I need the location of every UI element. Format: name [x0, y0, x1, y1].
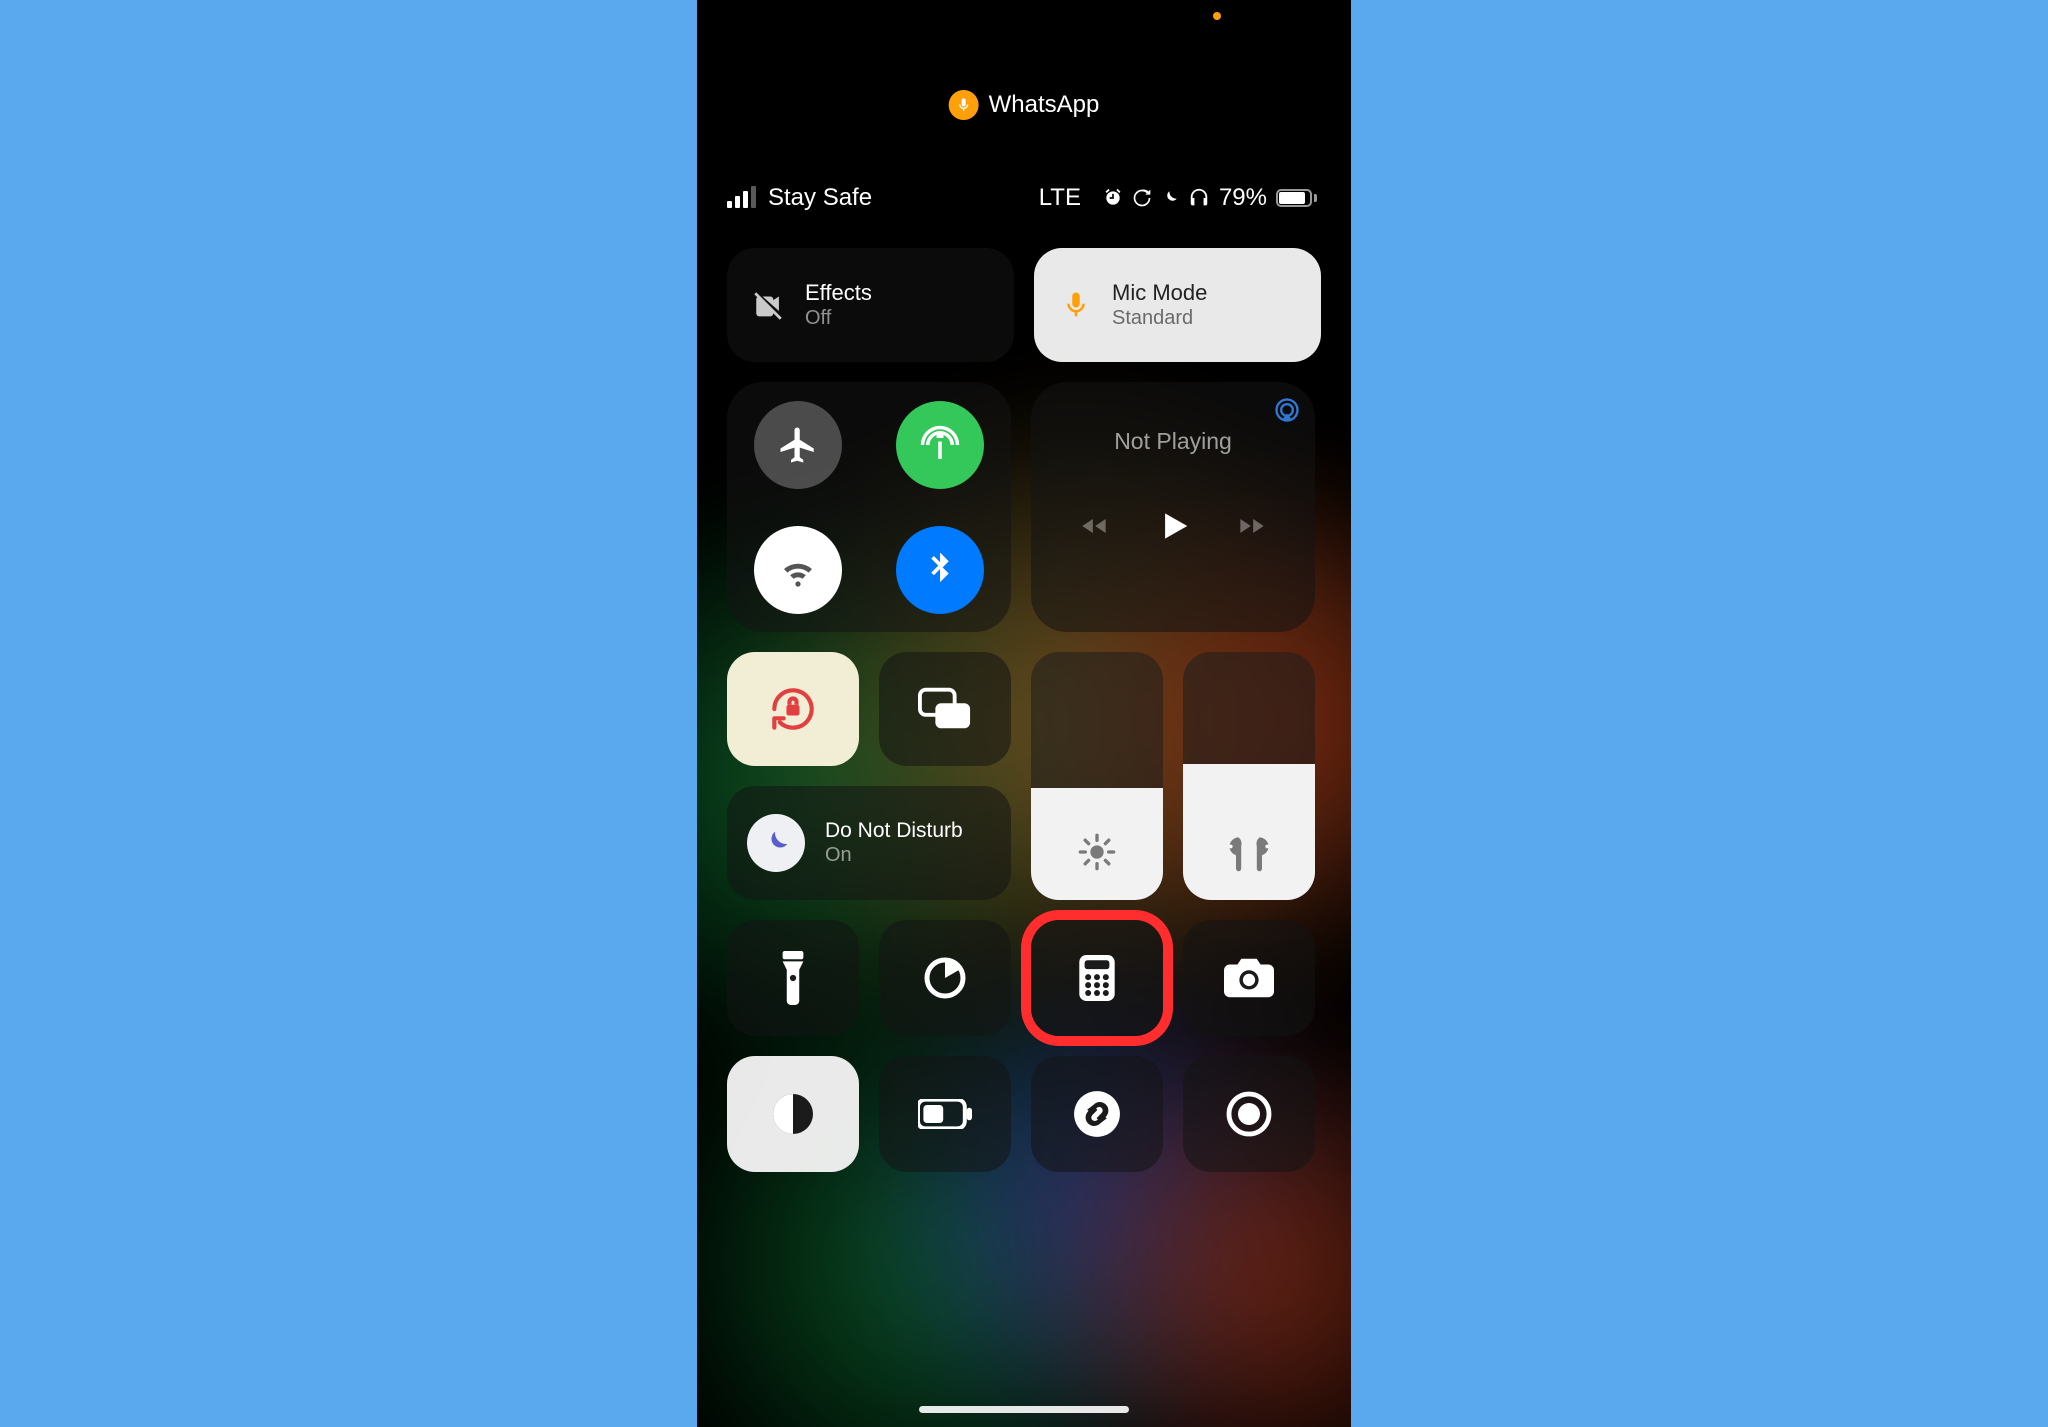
phone-frame: WhatsApp Stay Safe LTE 79%: [697, 0, 1351, 1427]
bluetooth-toggle[interactable]: [896, 526, 984, 614]
screen-record-icon: [1225, 1090, 1273, 1138]
calculator-icon: [1079, 955, 1115, 1001]
camera-icon: [1224, 958, 1274, 998]
dark-mode-button[interactable]: [727, 1056, 859, 1172]
low-power-mode-button[interactable]: [879, 1056, 1011, 1172]
connectivity-group[interactable]: [727, 382, 1011, 632]
carrier-label: Stay Safe: [768, 184, 872, 212]
brightness-icon: [1077, 832, 1117, 872]
wifi-toggle[interactable]: [754, 526, 842, 614]
media-now-playing-label: Not Playing: [1053, 428, 1293, 455]
privacy-indicator-dot: [1213, 12, 1221, 20]
screen-record-button[interactable]: [1183, 1056, 1315, 1172]
media-play-button[interactable]: [1154, 507, 1192, 545]
active-mic-app-label: WhatsApp: [989, 91, 1100, 119]
media-tile[interactable]: Not Playing: [1031, 382, 1315, 632]
volume-slider[interactable]: [1183, 652, 1315, 900]
airpods-icon: [1223, 834, 1275, 872]
effects-subtitle: Off: [805, 306, 872, 331]
brightness-slider[interactable]: [1031, 652, 1163, 900]
orientation-lock-active-icon: [765, 681, 821, 737]
battery-icon: [1276, 189, 1317, 207]
media-next-button[interactable]: [1234, 512, 1270, 540]
shazam-button[interactable]: [1031, 1056, 1163, 1172]
screen-mirroring-icon: [918, 687, 972, 731]
status-bar: Stay Safe LTE 79%: [697, 180, 1351, 216]
mic-mode-icon: [1058, 287, 1094, 323]
airplane-mode-toggle[interactable]: [754, 401, 842, 489]
timer-button[interactable]: [879, 920, 1011, 1036]
low-power-icon: [918, 1099, 972, 1129]
video-effects-off-icon: [751, 287, 787, 323]
alarm-icon: [1103, 188, 1123, 208]
flashlight-icon: [778, 951, 808, 1005]
moon-icon: [1161, 189, 1179, 207]
mic-mode-tile[interactable]: Mic Mode Standard: [1034, 248, 1321, 362]
mic-icon: [949, 90, 979, 120]
cellular-data-toggle[interactable]: [896, 401, 984, 489]
dnd-subtitle: On: [825, 844, 963, 867]
airplay-icon[interactable]: [1273, 396, 1301, 424]
headphones-icon: [1188, 187, 1210, 209]
dnd-title: Do Not Disturb: [825, 819, 963, 843]
network-type-label: LTE: [1039, 184, 1081, 212]
cellular-signal-icon: [727, 188, 756, 208]
calculator-button[interactable]: [1031, 920, 1163, 1036]
orientation-lock-tile[interactable]: [727, 652, 859, 766]
shazam-icon: [1072, 1089, 1122, 1139]
effects-tile[interactable]: Effects Off: [727, 248, 1014, 362]
effects-title: Effects: [805, 279, 872, 307]
camera-button[interactable]: [1183, 920, 1315, 1036]
mic-mode-subtitle: Standard: [1112, 306, 1207, 331]
flashlight-button[interactable]: [727, 920, 859, 1036]
dark-mode-icon: [769, 1090, 817, 1138]
moon-icon: [747, 814, 805, 872]
mic-mode-title: Mic Mode: [1112, 279, 1207, 307]
orientation-lock-icon: [1132, 188, 1152, 208]
home-indicator[interactable]: [919, 1406, 1129, 1413]
focus-dnd-tile[interactable]: Do Not Disturb On: [727, 786, 1011, 900]
media-previous-button[interactable]: [1076, 512, 1112, 540]
battery-percent-label: 79%: [1219, 184, 1267, 212]
screen-mirroring-tile[interactable]: [879, 652, 1011, 766]
active-mic-pill[interactable]: WhatsApp: [949, 90, 1100, 120]
timer-icon: [921, 954, 969, 1002]
